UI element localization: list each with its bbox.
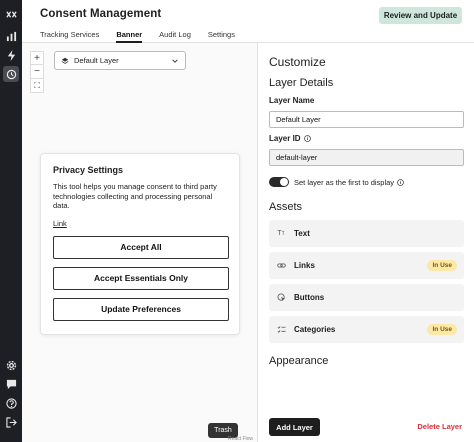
text-icon: TT — [277, 230, 285, 237]
layer-name-label: Layer Name — [269, 96, 464, 105]
info-icon[interactable] — [397, 178, 404, 186]
zoom-controls: + − ⛶ — [30, 51, 44, 93]
asset-buttons[interactable]: Buttons — [269, 284, 464, 311]
help-icon[interactable] — [3, 395, 19, 411]
chart-icon[interactable] — [3, 28, 19, 44]
logout-icon[interactable] — [3, 414, 19, 430]
consent-icon[interactable] — [3, 66, 19, 82]
fit-view-button[interactable]: ⛶ — [30, 79, 44, 93]
tab-banner[interactable]: Banner — [116, 30, 142, 43]
sidebar-rail — [0, 0, 22, 442]
layer-id-label: Layer ID — [269, 134, 464, 143]
layer-name-label-text: Layer Name — [269, 96, 315, 105]
layer-select[interactable]: Default Layer — [54, 51, 186, 70]
assets-heading: Assets — [269, 201, 303, 213]
layer-details-heading: Layer Details — [269, 77, 334, 89]
asset-label: Text — [294, 229, 310, 238]
accept-all-button[interactable]: Accept All — [53, 235, 229, 259]
panel-footer: Add Layer Delete Layer — [259, 418, 474, 442]
bolt-icon[interactable] — [3, 47, 19, 63]
first-display-toggle-row: Set layer as the first to display — [269, 177, 464, 187]
tab-audit-log[interactable]: Audit Log — [159, 30, 191, 43]
info-icon[interactable] — [303, 135, 311, 142]
layer-name-input[interactable] — [269, 111, 464, 128]
in-use-badge: In Use — [427, 324, 457, 335]
asset-categories[interactable]: Categories In Use — [269, 316, 464, 343]
asset-label: Links — [294, 261, 315, 270]
page-header: Consent Management Review and Update Tra… — [22, 0, 474, 43]
layer-select-value: Default Layer — [74, 56, 119, 65]
tab-bar: Tracking Services Banner Audit Log Setti… — [40, 30, 252, 43]
asset-links[interactable]: Links In Use — [269, 252, 464, 279]
privacy-banner-preview[interactable]: Privacy Settings This tool helps you man… — [40, 153, 240, 335]
accept-essentials-button[interactable]: Accept Essentials Only — [53, 266, 229, 290]
customize-panel: Customize Layer Details Layer Name Layer… — [259, 43, 474, 442]
customize-heading: Customize — [269, 55, 326, 69]
banner-body: This tool helps you manage consent to th… — [53, 182, 217, 210]
tab-settings[interactable]: Settings — [208, 30, 235, 43]
asset-label: Buttons — [294, 293, 325, 302]
link-icon — [276, 261, 286, 271]
review-and-update-button[interactable]: Review and Update — [379, 7, 462, 24]
cursor-click-icon — [276, 293, 286, 303]
logo-icon[interactable] — [3, 6, 19, 22]
list-check-icon — [276, 325, 286, 335]
tab-tracking-services[interactable]: Tracking Services — [40, 30, 99, 43]
add-layer-button[interactable]: Add Layer — [269, 418, 320, 436]
first-display-label: Set layer as the first to display — [294, 177, 395, 187]
banner-link[interactable]: Link — [53, 219, 227, 228]
layer-id-label-text: Layer ID — [269, 134, 301, 143]
layer-canvas[interactable]: + − ⛶ Default Layer Privacy Settings Thi… — [22, 43, 258, 442]
in-use-badge: In Use — [427, 260, 457, 271]
layers-icon — [61, 57, 69, 64]
gear-icon[interactable] — [3, 357, 19, 373]
appearance-heading: Appearance — [269, 355, 329, 367]
asset-text[interactable]: TT Text — [269, 220, 464, 247]
page-title: Consent Management — [40, 8, 162, 20]
zoom-out-button[interactable]: − — [30, 65, 44, 79]
chevron-down-icon — [172, 58, 178, 63]
chat-icon[interactable] — [3, 376, 19, 392]
first-display-toggle[interactable] — [269, 177, 289, 187]
layer-id-input[interactable] — [269, 149, 464, 166]
zoom-in-button[interactable]: + — [30, 51, 44, 65]
react-flow-attribution[interactable]: React Flow — [228, 436, 253, 442]
banner-title: Privacy Settings — [53, 165, 124, 175]
asset-label: Categories — [294, 325, 336, 334]
update-preferences-button[interactable]: Update Preferences — [53, 297, 229, 321]
delete-layer-button[interactable]: Delete Layer — [417, 422, 462, 431]
